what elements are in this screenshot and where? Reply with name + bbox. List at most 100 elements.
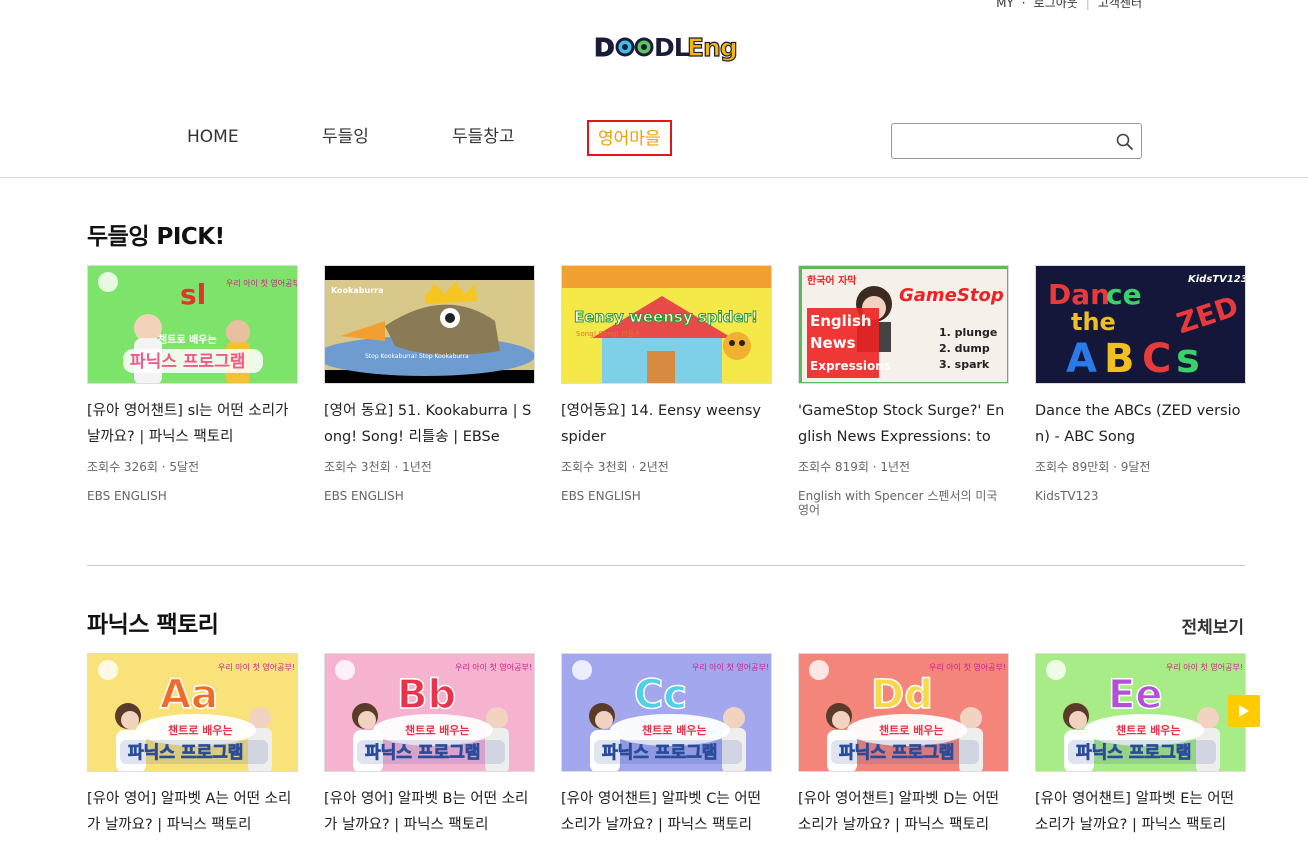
svg-text:우리 아이 첫 영어공부!: 우리 아이 첫 영어공부!	[226, 278, 298, 288]
channel-name[interactable]: KidsTV123	[1035, 489, 1246, 503]
separator: |	[1085, 0, 1090, 10]
video-card[interactable]: 우리 아이 첫 영어공부! Aa 챈트로 배우는파닉스 프로그램 [유아 영어] 알파…	[87, 653, 298, 838]
svg-text:s: s	[1176, 336, 1200, 382]
svg-text:GameStop: GameStop	[899, 285, 1004, 306]
video-title[interactable]: [유아 영어] 알파벳 B는 어떤 소리가 날까요? | 파닉스 팩토리	[324, 786, 535, 838]
video-card[interactable]: 우리 아이 첫 영어공부! Cc 챈트로 배우는 파닉스 프로그램 [유아 영어챈트] …	[561, 653, 772, 838]
video-thumbnail[interactable]: 우리 아이 첫 영어공부! Cc 챈트로 배우는 파닉스 프로그램	[561, 653, 772, 772]
svg-text:파닉스 프로그램: 파닉스 프로그램	[130, 352, 245, 372]
search-icon[interactable]	[1115, 132, 1135, 152]
video-meta: 조회수 3천회 · 1년전	[324, 460, 432, 474]
svg-text:2. dump: 2. dump	[939, 342, 990, 355]
thumb-sub: 챈트로 배우는	[405, 723, 470, 737]
nav-doodle-storage[interactable]: 두들창고	[452, 120, 515, 156]
svg-text:우리 아이 첫 영어공부!: 우리 아이 첫 영어공부!	[218, 662, 295, 672]
video-title[interactable]: [유아 영어챈트] 알파벳 C는 어떤 소리가 날까요? | 파닉스 팩토리	[561, 786, 772, 838]
svg-text:A: A	[1066, 336, 1097, 382]
video-title[interactable]: [유아 영어챈트] sl는 어떤 소리가 날까요? | 파닉스 팩토리	[87, 398, 298, 450]
letter-text: Bb	[397, 672, 456, 718]
video-thumbnail[interactable]: 우리 아이 첫 영어공부! Dd 챈트로 배우는파닉스 프로그램	[798, 653, 1009, 772]
nav-doodling[interactable]: 두들잉	[322, 120, 369, 156]
thumb-main: 파닉스 프로그램	[839, 743, 954, 763]
svg-text:3. spark: 3. spark	[939, 358, 990, 371]
video-meta: 조회수 326회 · 5달전	[87, 460, 200, 474]
svg-text:sl: sl	[180, 278, 206, 311]
video-title[interactable]: [유아 영어챈트] 알파벳 E는 어떤 소리가 날까요? | 파닉스 팩토리	[1035, 786, 1246, 838]
video-card[interactable]: 한국어 자막 GameStop English News Expressions…	[798, 265, 1009, 517]
svg-text:B: B	[1104, 336, 1135, 382]
video-thumbnail[interactable]: KidsTV123 Dan ce the ZED A B C s	[1035, 265, 1246, 384]
video-card[interactable]: 우리 아이 첫 영어공부! Dd 챈트로 배우는파닉스 프로그램 [유아 영어챈트] …	[798, 653, 1009, 838]
svg-text:D: D	[594, 33, 614, 62]
letter-text: Dd	[871, 672, 933, 718]
video-card[interactable]: Eensy weensy spider! Song! Song! 리틀송 [영어…	[561, 265, 772, 503]
video-card[interactable]: 우리 아이 첫 영어공부! Ee 챈트로 배우는 파닉스 프로그램 [유아 영어챈트] …	[1035, 653, 1246, 838]
nav-home[interactable]: HOME	[187, 120, 239, 156]
svg-text:Song! Song! 리틀송: Song! Song! 리틀송	[576, 329, 641, 338]
nav-english-village[interactable]: 영어마을	[587, 120, 672, 156]
site-logo[interactable]: D DL Eng	[592, 28, 740, 66]
svg-text:Kookaburra: Kookaburra	[331, 286, 383, 295]
section-divider	[87, 565, 1245, 566]
letter-text: Ee	[1108, 672, 1162, 718]
svg-text:the: the	[1071, 308, 1116, 336]
svg-text:Expressions: Expressions	[810, 359, 891, 373]
svg-text:DL: DL	[654, 33, 690, 62]
letter-text: Aa	[160, 672, 218, 718]
video-title[interactable]: [유아 영어] 알파벳 A는 어떤 소리가 날까요? | 파닉스 팩토리	[87, 786, 298, 838]
video-thumbnail[interactable]: sl 우리 아이 첫 영어공부! 챈트로 배우는 파닉스 프로그램	[87, 265, 298, 384]
svg-text:Eensy weensy spider!: Eensy weensy spider!	[574, 308, 758, 326]
video-meta: 조회수 819회 · 1년전	[798, 460, 911, 474]
thumb-main: 파닉스 프로그램	[1076, 743, 1191, 763]
video-thumbnail[interactable]: 우리 아이 첫 영어공부! Ee 챈트로 배우는 파닉스 프로그램	[1035, 653, 1246, 772]
thumb-sub: 챈트로 배우는	[879, 723, 944, 737]
video-title[interactable]: [유아 영어챈트] 알파벳 D는 어떤 소리가 날까요? | 파닉스 팩토리	[798, 786, 1009, 838]
carousel-next-button[interactable]	[1228, 695, 1260, 727]
video-thumbnail[interactable]: Kookaburra Stop Kookaburra! Stop Kookabu…	[324, 265, 535, 384]
svg-text:Eng: Eng	[687, 33, 737, 62]
channel-name[interactable]: EBS ENGLISH	[561, 489, 772, 503]
channel-name[interactable]: English with Spencer 스펜서의 미국 영어	[798, 489, 1009, 517]
my-link[interactable]: MY	[996, 0, 1014, 10]
logout-link[interactable]: 로그아웃	[1034, 0, 1078, 11]
thumb-sub: 챈트로 배우는	[168, 723, 233, 737]
channel-name[interactable]: EBS ENGLISH	[87, 489, 298, 503]
video-card[interactable]: KidsTV123 Dan ce the ZED A B C s Dance t…	[1035, 265, 1246, 503]
thumb-sub: 챈트로 배우는	[642, 723, 707, 737]
header-divider	[0, 177, 1308, 178]
thumb-sub: 챈트로 배우는	[1116, 723, 1181, 737]
video-thumbnail[interactable]: 우리 아이 첫 영어공부! Bb 챈트로 배우는파닉스 프로그램	[324, 653, 535, 772]
thumb-main: 파닉스 프로그램	[602, 743, 717, 763]
svg-text:한국어 자막: 한국어 자막	[807, 274, 857, 287]
svg-text:English: English	[810, 312, 872, 330]
search-box	[891, 123, 1142, 159]
video-thumbnail[interactable]: Eensy weensy spider! Song! Song! 리틀송	[561, 265, 772, 384]
separator-dot: ·	[1021, 0, 1026, 10]
video-meta: 조회수 89만회 · 9달전	[1035, 460, 1151, 474]
svg-text:우리 아이 첫 영어공부!: 우리 아이 첫 영어공부!	[929, 662, 1006, 672]
thumb-main: 파닉스 프로그램	[128, 743, 243, 763]
video-title[interactable]: [영어동요] 14. Eensy weensy spider	[561, 398, 772, 450]
svg-text:Dan: Dan	[1048, 278, 1110, 311]
section-title-phonics: 파닉스 팩토리	[87, 612, 219, 638]
top-utility-bar: MY · 로그아웃 | 고객센터	[996, 0, 1142, 11]
support-link[interactable]: 고객센터	[1098, 0, 1142, 11]
video-thumbnail[interactable]: 한국어 자막 GameStop English News Expressions…	[798, 265, 1009, 384]
search-input[interactable]	[892, 124, 1102, 158]
video-card[interactable]: Kookaburra Stop Kookaburra! Stop Kookabu…	[324, 265, 535, 503]
svg-text:KidsTV123: KidsTV123	[1188, 274, 1246, 285]
video-thumbnail[interactable]: 우리 아이 첫 영어공부! Aa 챈트로 배우는파닉스 프로그램	[87, 653, 298, 772]
svg-text:1. plunge: 1. plunge	[939, 326, 997, 339]
svg-text:우리 아이 첫 영어공부!: 우리 아이 첫 영어공부!	[455, 662, 532, 672]
thumb-main: 파닉스 프로그램	[365, 743, 480, 763]
video-card[interactable]: 우리 아이 첫 영어공부! Bb 챈트로 배우는파닉스 프로그램 [유아 영어] 알파…	[324, 653, 535, 838]
view-all-link[interactable]: 전체보기	[1181, 613, 1244, 638]
section-title-pick: 두들잉 PICK!	[87, 224, 225, 250]
svg-text:News: News	[810, 334, 856, 352]
video-card[interactable]: sl 우리 아이 첫 영어공부! 챈트로 배우는 파닉스 프로그램 [유아 영어…	[87, 265, 298, 503]
video-title[interactable]: 'GameStop Stock Surge?' English News Exp…	[798, 398, 1009, 450]
video-title[interactable]: Dance the ABCs (ZED version) - ABC Song	[1035, 398, 1246, 450]
video-title[interactable]: [영어 동요] 51. Kookaburra | Song! Song! 리틀송…	[324, 398, 535, 450]
video-meta: 조회수 3천회 · 2년전	[561, 460, 669, 474]
channel-name[interactable]: EBS ENGLISH	[324, 489, 535, 503]
